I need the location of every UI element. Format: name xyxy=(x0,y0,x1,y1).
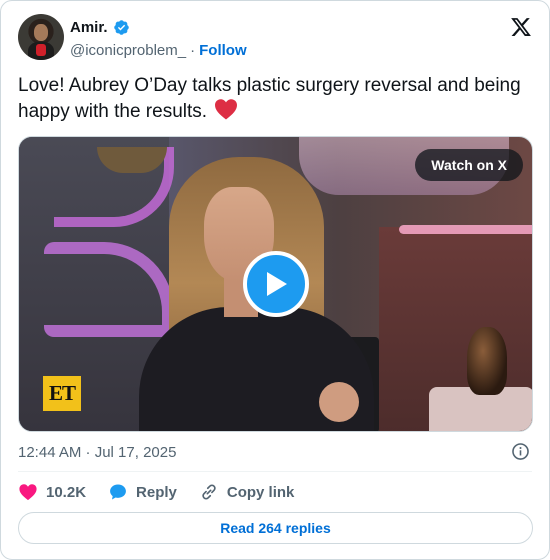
author-handle[interactable]: @iconicproblem_ xyxy=(70,42,186,59)
play-icon xyxy=(267,272,287,296)
tweet-timestamp[interactable]: 12:44 AM · Jul 17, 2025 xyxy=(18,442,176,462)
watch-on-x-button[interactable]: Watch on X xyxy=(415,149,523,181)
tweet-text: Love! Aubrey O’Day talks plastic surgery… xyxy=(18,73,528,124)
reply-button[interactable]: Reply xyxy=(108,482,177,502)
reply-label: Reply xyxy=(136,483,177,501)
reply-bubble-icon xyxy=(110,484,126,500)
video-player[interactable]: ET Watch on X xyxy=(18,136,533,432)
red-heart-emoji xyxy=(215,99,238,120)
author-handle-row: @iconicproblem_ · Follow xyxy=(70,40,247,60)
x-logo-icon[interactable] xyxy=(510,16,532,38)
link-icon xyxy=(202,484,216,500)
tweet-card: Amir. @iconicproblem_ · Follow Love! Aub… xyxy=(0,0,550,560)
copy-link-button[interactable]: Copy link xyxy=(199,482,295,502)
like-count: 10.2K xyxy=(46,483,87,501)
read-replies-button[interactable]: Read 264 replies xyxy=(18,512,533,544)
author-name-row: Amir. xyxy=(70,16,130,38)
verified-badge-icon xyxy=(113,19,129,35)
avatar[interactable] xyxy=(18,14,64,60)
separator-dot: · xyxy=(190,41,196,59)
play-button[interactable] xyxy=(243,251,309,317)
tweet-body: Love! Aubrey O’Day talks plastic surgery… xyxy=(18,75,521,122)
author-display-name[interactable]: Amir. xyxy=(70,19,108,36)
tweet-header: Amir. @iconicproblem_ · Follow xyxy=(18,14,532,62)
follow-button[interactable]: Follow xyxy=(199,42,247,59)
action-bar: 10.2K Reply Copy link xyxy=(18,481,316,503)
heart-icon xyxy=(19,484,37,501)
like-button[interactable]: 10.2K xyxy=(18,483,86,501)
divider xyxy=(18,471,532,472)
info-icon[interactable] xyxy=(511,442,530,461)
et-logo: ET xyxy=(43,376,81,411)
copy-link-label: Copy link xyxy=(226,483,295,501)
